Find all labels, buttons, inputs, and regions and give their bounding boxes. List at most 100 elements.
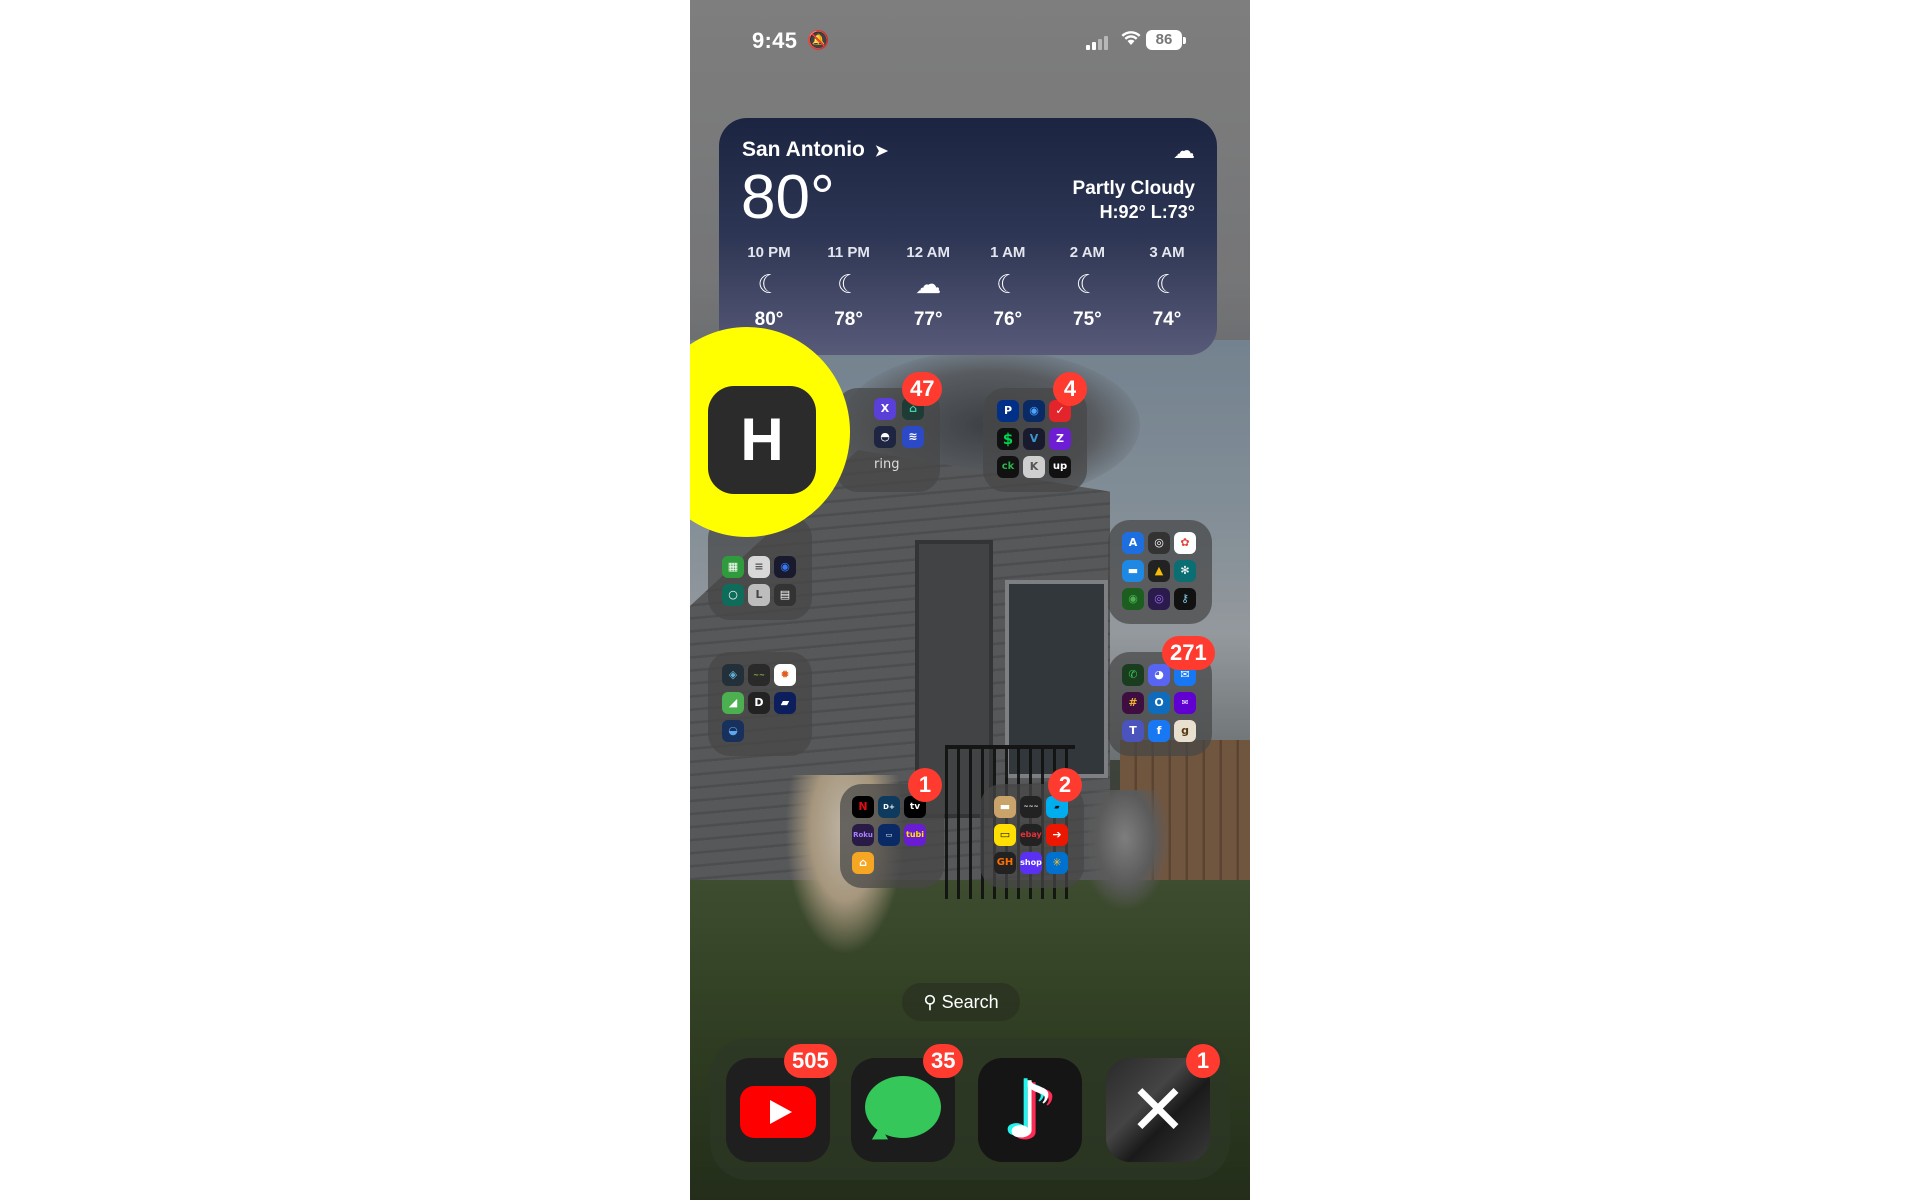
zelle-icon: Z — [1049, 428, 1071, 450]
tiktok-app-icon[interactable]: ♪ — [978, 1058, 1082, 1162]
battery-icon: 86 — [1146, 30, 1186, 50]
walmart-icon: ✳ — [1046, 852, 1068, 874]
app-icon: ▭ — [994, 824, 1016, 846]
folder-shopping[interactable]: ▬ ~~~ ▰ ▭ ebay ➔ GH shop ✳ 2 — [980, 768, 1084, 888]
weather-high-low: H:92° L:73° — [1099, 202, 1195, 222]
youtube-app-icon[interactable]: 505 — [726, 1044, 837, 1162]
forecast-hour: 1 AM ☾ 76° — [970, 244, 1046, 331]
discord-icon: ◕ — [1148, 664, 1170, 686]
folder-travel[interactable]: ◈ ~~ ✹ ◢ D ▰ ◒ — [708, 652, 812, 756]
calculator-icon: ▤ — [774, 584, 796, 606]
silent-mode-icon: 🔕 — [807, 30, 830, 50]
app-icon: ◎ — [1148, 532, 1170, 554]
app-icon: ◒ — [722, 720, 744, 742]
moon-stars-icon: ☾ — [757, 269, 781, 299]
notification-badge: 505 — [784, 1044, 837, 1078]
moon-stars-icon: ☾ — [1155, 269, 1179, 299]
hourly-forecast: 10 PM ☾ 80° 11 PM ☾ 78° 12 AM ☁ 77° 1 AM… — [731, 244, 1205, 331]
app-icon: ◈ — [722, 664, 744, 686]
grubhub-icon: GH — [994, 852, 1016, 874]
disney-plus-icon: D+ — [878, 796, 900, 818]
notification-badge: 271 — [1162, 636, 1215, 670]
notification-badge: 35 — [923, 1044, 964, 1078]
notification-badge: 1 — [1186, 1044, 1220, 1078]
weather-current-temp: 80° — [741, 163, 835, 232]
status-time: 9:45 — [752, 28, 798, 53]
app-icon: D — [748, 692, 770, 714]
notification-badge: 2 — [1048, 768, 1082, 802]
netflix-icon: N — [852, 796, 874, 818]
partly-cloudy-icon: ☁ — [1173, 138, 1195, 163]
app-icon: ◎ — [1148, 588, 1170, 610]
venmo-icon: V — [1023, 428, 1045, 450]
highlighted-app-icon[interactable]: H — [708, 386, 816, 494]
app-icon: ▰ — [774, 692, 796, 714]
maps-icon: ◢ — [722, 692, 744, 714]
cash-app-icon: $ — [997, 428, 1019, 450]
weather-widget[interactable]: San Antonio ➤ 80° ☁ Partly Cloudy H:92° … — [719, 118, 1217, 355]
app-icon: ⚷ — [1174, 588, 1196, 610]
folder-streaming[interactable]: N D+ tv Roku ▭ tubi ⌂ 1 — [840, 768, 944, 888]
yahoo-mail-icon: ✉ — [1174, 692, 1196, 714]
app-store-icon: A — [1122, 532, 1144, 554]
music-note-icon: ♪ — [1005, 1066, 1055, 1156]
ebay-icon: ebay — [1020, 824, 1042, 846]
folder-home[interactable]: X ⌂ ◓ ≋ ring 47 — [836, 372, 943, 492]
google-ads-icon: ▲ — [1148, 560, 1170, 582]
app-icon: ~~ — [748, 664, 770, 686]
app-icon: ◉ — [1023, 400, 1045, 422]
moon-stars-icon: ☾ — [836, 269, 861, 299]
paypal-icon: P — [997, 400, 1019, 422]
app-icon: K — [1023, 456, 1045, 478]
credit-karma-icon: ck — [997, 456, 1019, 478]
search-label: Search — [941, 992, 999, 1012]
shop-icon: shop — [1020, 852, 1042, 874]
forecast-hour: 10 PM ☾ 80° — [731, 244, 807, 331]
photos-icon: ✿ — [1174, 532, 1196, 554]
slack-icon: # — [1122, 692, 1144, 714]
cellular-signal-icon — [1086, 34, 1112, 50]
dock: 505 35 ♪ ✕ 1 — [710, 1038, 1230, 1180]
weather-condition: Partly Cloudy — [1072, 178, 1195, 199]
spotlight-search-button[interactable]: ⚲ Search — [902, 983, 1020, 1021]
moon-stars-icon: ☾ — [996, 269, 1020, 299]
messages-app-icon[interactable]: 35 — [851, 1044, 964, 1162]
forecast-hour: 11 PM ☾ 78° — [811, 244, 887, 331]
folder-finance[interactable]: P ◉ ✓ $ V Z ck K up 4 — [983, 372, 1087, 492]
app-icon: ≡ — [748, 556, 770, 578]
phone-icon: ✆ — [1122, 664, 1144, 686]
app-icon: ▭ — [878, 824, 900, 846]
home-app-icon: ⌂ — [852, 852, 874, 874]
tubi-icon: tubi — [904, 824, 926, 846]
notification-badge: 47 — [902, 372, 943, 406]
play-icon — [740, 1086, 816, 1138]
x-app-icon[interactable]: ✕ 1 — [1106, 1044, 1220, 1162]
search-icon: ⚲ — [923, 992, 937, 1012]
numbers-icon: ▦ — [722, 556, 744, 578]
location-arrow-icon: ➤ — [874, 143, 889, 160]
teams-icon: T — [1122, 720, 1144, 742]
notification-badge: 4 — [1053, 372, 1087, 406]
notification-badge: 1 — [908, 768, 942, 802]
forecast-hour: 2 AM ☾ 75° — [1049, 244, 1125, 331]
roku-icon: Roku — [852, 824, 874, 846]
app-icon: ◓ — [874, 426, 896, 448]
phone-home-screen: 9:45 🔕 86 San Antonio ➤ 80° ☁ Partly Clo… — [690, 0, 1250, 1200]
weather-city: San Antonio — [742, 138, 865, 161]
app-icon: ◉ — [774, 556, 796, 578]
app-icon: ~~~ — [1020, 796, 1042, 818]
folder-label: ring — [874, 457, 900, 472]
app-icon: ✻ — [1174, 560, 1196, 582]
app-icon: L — [748, 584, 770, 606]
cloud-moon-icon: ☁ — [915, 269, 942, 299]
goodreads-icon: g — [1174, 720, 1196, 742]
facebook-icon: f — [1148, 720, 1170, 742]
outlook-icon: O — [1148, 692, 1170, 714]
folder-utilities[interactable]: A ◎ ✿ ▬ ▲ ✻ ◉ ◎ ⚷ — [1108, 520, 1212, 624]
amazon-icon: ▬ — [994, 796, 1016, 818]
folder-communication[interactable]: ✆ ◕ ✉ # O ✉ T f g 271 — [1108, 636, 1215, 756]
app-icon: ≋ — [902, 426, 924, 448]
app-icon: ○ — [722, 584, 744, 606]
forecast-hour: 12 AM ☁ 77° — [890, 244, 966, 331]
files-icon: ▬ — [1122, 560, 1144, 582]
